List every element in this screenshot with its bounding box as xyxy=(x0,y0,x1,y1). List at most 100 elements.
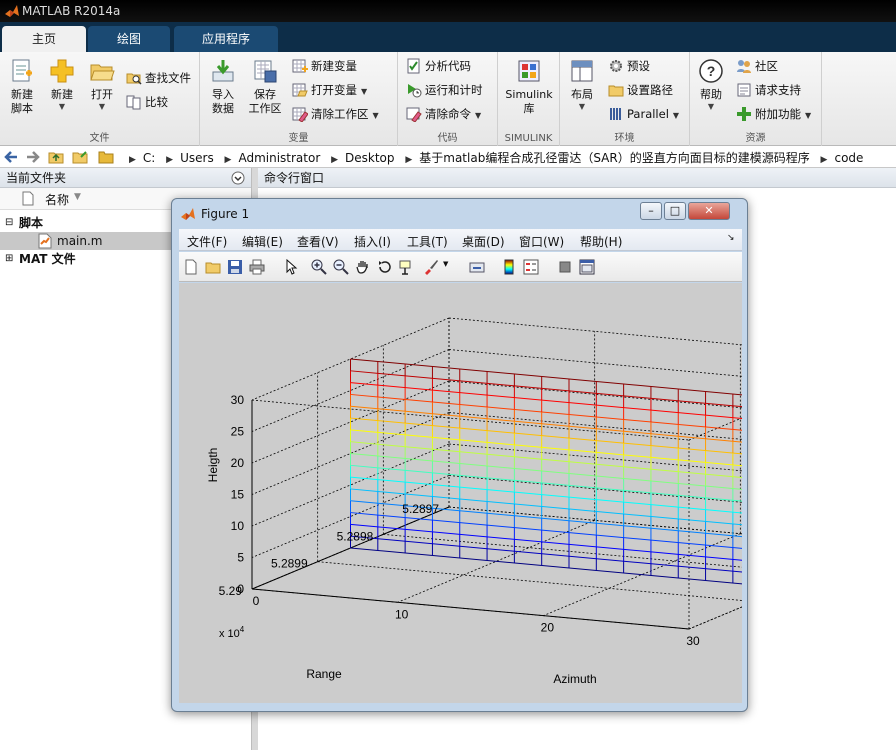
clear-workspace-button[interactable]: 清除工作区 ▼ xyxy=(292,104,379,124)
preferences-button[interactable]: 预设 xyxy=(608,56,650,76)
forward-arrow-icon[interactable] xyxy=(25,149,41,165)
matlab-logo-icon xyxy=(5,5,19,17)
open-variable-dropdown-icon[interactable]: ▼ xyxy=(361,87,367,96)
breadcrumb-item[interactable]: code xyxy=(834,151,863,165)
figure-window: Figure 1 – □ ✕ 文件(F) 编辑(E) 查看(V) 插入(I) 工… xyxy=(171,198,887,712)
menu-edit[interactable]: 编辑(E) xyxy=(242,233,283,250)
open-file-icon[interactable] xyxy=(205,259,221,275)
simulink-library-label: Simulink 库 xyxy=(505,88,553,115)
breadcrumb-item[interactable]: 基于matlab编程合成孔径雷达（SAR）的竖直方向面目标的建模源码程序 xyxy=(419,151,809,165)
breadcrumb-item[interactable]: Desktop xyxy=(345,151,395,165)
rotate-3d-icon[interactable] xyxy=(377,259,393,275)
breadcrumb-item[interactable]: Users xyxy=(180,151,214,165)
mesh-plot[interactable]: 05101520253001020305.28975.28985.28995.2… xyxy=(179,283,887,703)
open-variable-button[interactable]: 打开变量 ▼ xyxy=(292,80,367,100)
clear-workspace-icon xyxy=(292,107,308,122)
minimize-button[interactable]: – xyxy=(640,202,662,220)
variable-group: 导入 数据 保存 工作区 新建变量 打开变量 ▼ 清除工作区 ▼ 变量 xyxy=(200,52,398,146)
menu-window[interactable]: 窗口(W) xyxy=(519,233,564,250)
command-window-title: 命令行窗口 xyxy=(264,171,325,185)
y-axis-multiplier: x 104 xyxy=(219,625,245,640)
run-and-time-icon xyxy=(408,84,422,98)
import-data-button[interactable]: 导入 数据 xyxy=(206,58,240,116)
import-data-label: 导入 数据 xyxy=(212,88,234,115)
help-button[interactable]: ? 帮助 ▼ xyxy=(696,58,726,112)
show-plot-tools-icon[interactable] xyxy=(579,259,595,275)
new-variable-button[interactable]: 新建变量 xyxy=(292,56,357,76)
new-label: 新建 xyxy=(51,88,73,101)
x-axis-label: Azimuth xyxy=(553,672,596,686)
menu-help[interactable]: 帮助(H) xyxy=(580,233,622,250)
colorbar-icon[interactable] xyxy=(501,259,517,275)
parallel-dropdown-icon[interactable]: ▼ xyxy=(673,111,679,120)
hide-plot-tools-icon[interactable] xyxy=(557,259,573,275)
request-support-button[interactable]: 请求支持 xyxy=(736,80,801,100)
set-path-button[interactable]: 设置路径 xyxy=(608,80,673,100)
y-axis-label: Range xyxy=(306,667,342,681)
community-button[interactable]: 社区 xyxy=(736,56,778,76)
environment-group-name: 环境 xyxy=(614,133,635,144)
pan-icon[interactable] xyxy=(355,259,371,275)
open-folder-icon xyxy=(90,64,115,81)
close-icon: ✕ xyxy=(704,204,714,217)
clear-workspace-dropdown-icon[interactable]: ▼ xyxy=(373,111,379,120)
menu-file[interactable]: 文件(F) xyxy=(187,233,227,250)
up-folder-icon[interactable] xyxy=(48,149,64,165)
breadcrumb-item[interactable]: Administrator xyxy=(238,151,320,165)
clear-commands-dropdown-icon[interactable]: ▼ xyxy=(475,111,481,120)
layout-label: 布局 xyxy=(571,88,593,101)
compare-button[interactable]: 比较 xyxy=(126,92,168,112)
back-arrow-icon[interactable] xyxy=(3,149,19,165)
new-script-button[interactable]: 新建 脚本 xyxy=(4,58,40,116)
new-figure-icon[interactable] xyxy=(183,259,199,275)
run-and-time-button[interactable]: 运行和计时 xyxy=(406,80,483,100)
grid-line xyxy=(448,380,887,422)
save-icon[interactable] xyxy=(227,259,243,275)
menu-view[interactable]: 查看(V) xyxy=(297,233,339,250)
figure-title: Figure 1 xyxy=(201,207,250,221)
new-button[interactable]: 新建 ▼ xyxy=(44,58,80,112)
axes-box xyxy=(251,357,887,630)
menu-insert[interactable]: 插入(I) xyxy=(354,233,391,250)
brush-dropdown-icon[interactable]: ▼ xyxy=(443,260,448,268)
breadcrumb-separator-icon: ▶ xyxy=(405,155,413,165)
zoom-out-icon[interactable] xyxy=(333,259,349,275)
find-files-button[interactable]: 查找文件 xyxy=(126,68,191,88)
figure-canvas[interactable]: 0 5 10 15 20 25 30 0 10 20 30 5.2897 5.2898 5.2899 5.2… xyxy=(179,283,887,703)
collapse-icon[interactable]: ⊟ xyxy=(5,214,13,232)
data-cursor-icon[interactable] xyxy=(399,259,415,275)
dock-arrow-icon[interactable]: ↘ xyxy=(727,233,735,243)
tab-plots[interactable]: 绘图 xyxy=(88,26,170,52)
browse-folder-icon[interactable] xyxy=(72,149,88,165)
community-icon xyxy=(737,60,751,73)
save-workspace-icon xyxy=(254,60,277,83)
simulink-library-button[interactable]: Simulink 库 xyxy=(502,58,556,116)
analyze-code-button[interactable]: 分析代码 xyxy=(406,56,471,76)
clear-commands-button[interactable]: 清除命令 ▼ xyxy=(406,104,481,124)
save-workspace-button[interactable]: 保存 工作区 xyxy=(246,58,284,116)
figure-title-bar[interactable]: Figure 1 – □ ✕ xyxy=(172,199,747,227)
menu-desktop[interactable]: 桌面(D) xyxy=(462,233,505,250)
open-button[interactable]: 打开 ▼ xyxy=(84,58,120,112)
panel-menu-icon[interactable] xyxy=(231,171,245,185)
menu-tools[interactable]: 工具(T) xyxy=(407,233,448,250)
legend-icon[interactable] xyxy=(523,259,539,275)
maximize-button[interactable]: □ xyxy=(664,202,686,220)
parallel-button[interactable]: Parallel ▼ xyxy=(608,104,679,124)
print-icon[interactable] xyxy=(249,259,265,275)
save-workspace-label: 保存 工作区 xyxy=(248,88,282,115)
compare-icon xyxy=(126,95,141,110)
add-ons-button[interactable]: 附加功能 ▼ xyxy=(736,104,811,124)
tab-home[interactable]: 主页 xyxy=(2,26,86,52)
add-ons-dropdown-icon[interactable]: ▼ xyxy=(805,111,811,120)
pointer-icon[interactable] xyxy=(283,259,299,275)
layout-button[interactable]: 布局 ▼ xyxy=(564,58,600,112)
brush-icon[interactable] xyxy=(423,259,439,275)
breadcrumb-item[interactable]: C: xyxy=(143,151,155,165)
link-plot-icon[interactable] xyxy=(469,259,485,275)
simulink-library-icon xyxy=(518,60,540,82)
expand-icon[interactable]: ⊞ xyxy=(5,250,13,268)
close-button[interactable]: ✕ xyxy=(688,202,730,220)
tab-apps[interactable]: 应用程序 xyxy=(174,26,278,52)
zoom-in-icon[interactable] xyxy=(311,259,327,275)
